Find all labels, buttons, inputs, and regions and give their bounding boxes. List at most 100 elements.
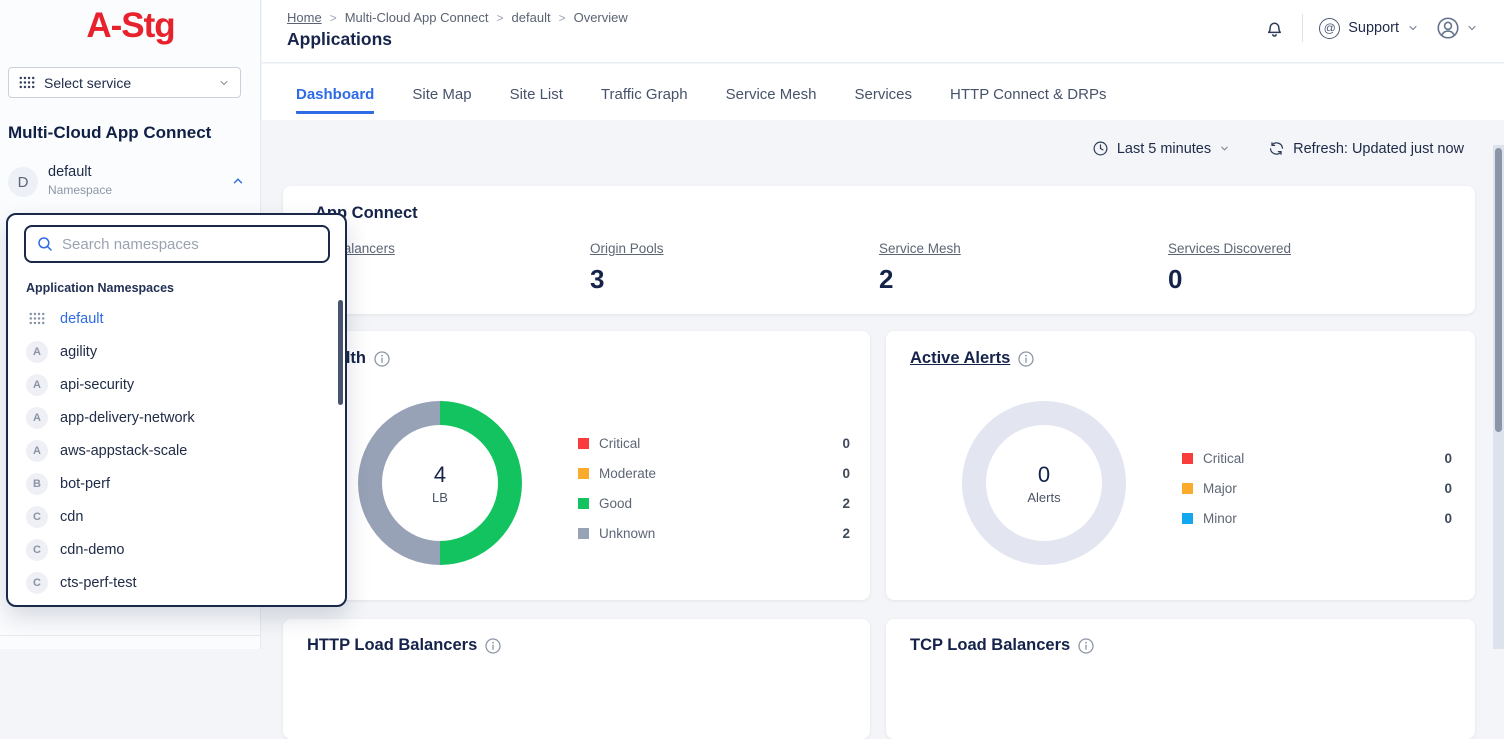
namespace-avatar: D: [8, 167, 38, 197]
breadcrumb-home[interactable]: Home: [287, 10, 322, 25]
lb-health-donut-chart: 4 LB: [358, 401, 522, 565]
active-alerts-title-link[interactable]: Active Alerts: [910, 349, 1010, 368]
active-alerts-donut-value: 0: [1038, 462, 1050, 488]
namespace-item-cts-perf-test[interactable]: C cts-perf-test: [8, 566, 338, 599]
stat-origin-pools: Origin Pools 3: [590, 241, 879, 295]
support-menu[interactable]: @ Support: [1319, 18, 1419, 39]
refresh-icon: [1268, 140, 1285, 157]
lb-health-card: LB Health 4 LB Critical 0 Moderate 0 Goo…: [283, 331, 870, 600]
http-lb-card-title: HTTP Load Balancers: [307, 636, 501, 655]
support-icon: @: [1319, 18, 1340, 39]
legend-row-critical: Critical 0: [578, 428, 850, 458]
namespace-list: default A agility A api-security A app-d…: [8, 302, 338, 599]
info-icon[interactable]: [1078, 638, 1094, 654]
stat-service-mesh-link[interactable]: Service Mesh: [879, 241, 961, 256]
tab-service-mesh[interactable]: Service Mesh: [726, 86, 817, 114]
legend-row-good: Good 2: [578, 488, 850, 518]
stat-origin-pools-value: 3: [590, 264, 879, 295]
time-range-label: Last 5 minutes: [1117, 141, 1211, 157]
chevron-down-icon: [1407, 22, 1419, 34]
good-swatch: [578, 498, 589, 509]
letter-avatar: A: [26, 440, 48, 462]
brand-logo[interactable]: A-Stg: [0, 6, 261, 46]
chevron-down-icon: [1466, 22, 1478, 34]
dropdown-scrollbar-thumb[interactable]: [338, 300, 343, 405]
tcp-load-balancers-card: TCP Load Balancers: [886, 619, 1475, 739]
namespace-item-aws-appstack-scale[interactable]: A aws-appstack-scale: [8, 434, 338, 467]
lb-health-legend: Critical 0 Moderate 0 Good 2 Unknown 2: [578, 428, 850, 548]
namespace-section-label: Application Namespaces: [26, 281, 174, 295]
chevron-up-icon: [231, 174, 245, 188]
legend-row-moderate: Moderate 0: [578, 458, 850, 488]
sidebar-divider: [0, 635, 260, 636]
namespace-item-cdn[interactable]: C cdn: [8, 500, 338, 533]
dashboard-toolbar: Last 5 minutes Refresh: Updated just now: [1092, 140, 1464, 157]
letter-avatar: C: [26, 572, 48, 594]
active-alerts-card: Active Alerts 0 Alerts Critical 0 Major …: [886, 331, 1475, 600]
select-service-label: Select service: [44, 75, 131, 91]
critical-swatch: [578, 438, 589, 449]
namespace-dropdown-panel: Application Namespaces default A agility…: [6, 213, 347, 607]
time-range-selector[interactable]: Last 5 minutes: [1092, 140, 1230, 157]
stat-origin-pools-link[interactable]: Origin Pools: [590, 241, 664, 256]
chevron-down-icon: [218, 77, 230, 89]
legend-row-unknown: Unknown 2: [578, 518, 850, 548]
account-menu[interactable]: [1435, 15, 1478, 41]
breadcrumb-namespace[interactable]: default: [512, 10, 551, 25]
stat-services-discovered-link[interactable]: Services Discovered: [1168, 241, 1291, 256]
letter-avatar: A: [26, 407, 48, 429]
letter-avatar: B: [26, 473, 48, 495]
http-load-balancers-card: HTTP Load Balancers: [283, 619, 870, 739]
clock-icon: [1092, 140, 1109, 157]
namespace-search-input[interactable]: [62, 236, 318, 253]
namespace-item-app-delivery-network[interactable]: A app-delivery-network: [8, 401, 338, 434]
info-icon[interactable]: [1018, 351, 1034, 367]
tab-traffic-graph[interactable]: Traffic Graph: [601, 86, 688, 114]
letter-avatar: C: [26, 539, 48, 561]
search-icon: [36, 235, 54, 253]
namespace-item-cdn-demo[interactable]: C cdn-demo: [8, 533, 338, 566]
refresh-button[interactable]: Refresh: Updated just now: [1268, 140, 1464, 157]
legend-row-major: Major 0: [1182, 473, 1452, 503]
tab-http-connect-drps[interactable]: HTTP Connect & DRPs: [950, 86, 1106, 114]
namespace-item-agility[interactable]: A agility: [8, 335, 338, 368]
header-divider: [1302, 14, 1303, 42]
namespace-item-api-security[interactable]: A api-security: [8, 368, 338, 401]
chevron-down-icon: [1219, 143, 1230, 154]
namespace-selector[interactable]: D default Namespace: [8, 160, 253, 204]
tab-site-map[interactable]: Site Map: [412, 86, 471, 114]
info-icon[interactable]: [485, 638, 501, 654]
breadcrumb-separator: >: [497, 11, 504, 25]
unknown-swatch: [578, 528, 589, 539]
namespace-search-box: [24, 225, 330, 263]
breadcrumb-overview[interactable]: Overview: [574, 10, 628, 25]
critical-swatch: [1182, 453, 1193, 464]
tab-services[interactable]: Services: [855, 86, 913, 114]
product-title: Multi-Cloud App Connect: [8, 123, 211, 143]
notifications-bell-icon[interactable]: [1263, 17, 1286, 40]
namespace-name: default: [48, 164, 92, 180]
namespace-item-bot-perf[interactable]: B bot-perf: [8, 467, 338, 500]
breadcrumb-service[interactable]: Multi-Cloud App Connect: [345, 10, 489, 25]
stat-services-discovered: Services Discovered 0: [1168, 241, 1457, 295]
active-alerts-legend: Critical 0 Major 0 Minor 0: [1182, 443, 1452, 533]
active-alerts-card-title: Active Alerts: [910, 349, 1034, 368]
page-scrollbar-thumb[interactable]: [1495, 148, 1502, 432]
page-title: Applications: [287, 29, 392, 50]
lb-health-donut-label: LB: [432, 490, 448, 505]
namespace-sublabel: Namespace: [48, 183, 112, 197]
letter-avatar: A: [26, 374, 48, 396]
select-service-dropdown[interactable]: Select service: [8, 67, 241, 98]
legend-row-critical: Critical 0: [1182, 443, 1452, 473]
letter-avatar: A: [26, 341, 48, 363]
tab-bar: Dashboard Site Map Site List Traffic Gra…: [296, 86, 1106, 114]
minor-swatch: [1182, 513, 1193, 524]
letter-avatar: C: [26, 506, 48, 528]
info-icon[interactable]: [374, 351, 390, 367]
active-alerts-donut-chart: 0 Alerts: [962, 401, 1126, 565]
stat-service-mesh: Service Mesh 2: [879, 241, 1168, 295]
namespace-item-default[interactable]: default: [8, 302, 338, 335]
tab-site-list[interactable]: Site List: [510, 86, 563, 114]
breadcrumb: Home > Multi-Cloud App Connect > default…: [287, 10, 628, 25]
tab-dashboard[interactable]: Dashboard: [296, 86, 374, 114]
